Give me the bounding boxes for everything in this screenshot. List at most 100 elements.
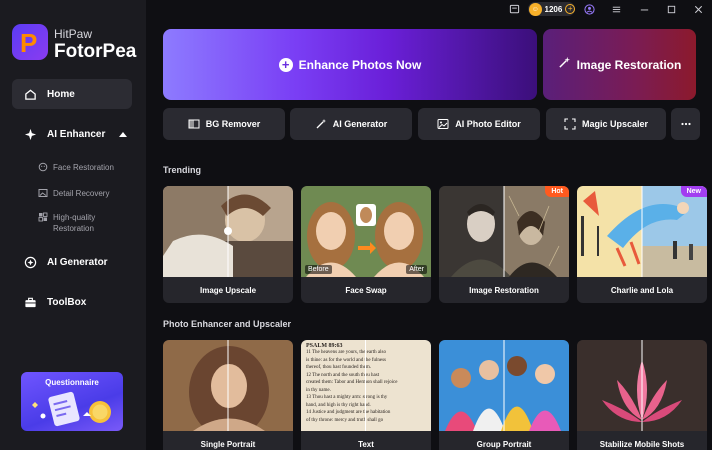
photo-editor-icon	[437, 118, 449, 130]
card-thumbnail	[163, 186, 293, 277]
more-icon	[680, 118, 692, 130]
tool-label: AI Generator	[332, 119, 388, 129]
tool-label: BG Remover	[205, 119, 261, 129]
charlie-and-lola-preview-icon	[577, 186, 707, 277]
book-line: created them: Tabor and Hermon shall rej…	[306, 380, 398, 385]
minimize-icon[interactable]	[638, 3, 650, 15]
magic-wand-icon	[558, 56, 571, 74]
card-title: Text	[358, 439, 374, 449]
user-icon[interactable]	[583, 3, 595, 15]
close-icon[interactable]	[692, 3, 704, 15]
book-line: hand, and high is thy right hand.	[306, 402, 371, 408]
book-line: in thy name.	[306, 387, 331, 393]
sidebar: P HitPaw FotorPea Home AI Enhancer Face …	[0, 0, 146, 450]
magic-upscaler-button[interactable]: Magic Upscaler	[546, 108, 666, 140]
image-restoration-label: Image Restoration	[576, 57, 682, 72]
ai-photo-editor-button[interactable]: AI Photo Editor	[418, 108, 540, 140]
card-charlie-and-lola[interactable]: New Charlie and Lola	[577, 186, 707, 303]
card-stabilize-mobile-shots[interactable]: Stabilize Mobile Shots	[577, 340, 707, 450]
questionnaire-banner[interactable]: Questionnaire	[21, 372, 123, 431]
credits-badge[interactable]: ☺ 1206 +	[528, 2, 575, 16]
hot-badge: Hot	[545, 186, 569, 197]
compare-divider	[365, 340, 366, 431]
card-title: Single Portrait	[200, 439, 256, 449]
book-page: PSALM 89:63 11 The heavens are yours, th…	[306, 343, 426, 424]
sidebar-item-ai-generator[interactable]: AI Generator	[12, 249, 137, 275]
book-line: 12 The north and the south thou hast	[306, 372, 380, 378]
bg-remover-button[interactable]: BG Remover	[163, 108, 285, 140]
enhancer-icon	[24, 128, 37, 141]
chevron-up-icon[interactable]	[119, 131, 128, 137]
card-title: Image Upscale	[199, 285, 257, 295]
card-text[interactable]: PSALM 89:63 11 The heavens are yours, th…	[301, 340, 431, 450]
card-title: Stabilize Mobile Shots	[599, 439, 685, 449]
tool-label: AI Photo Editor	[455, 119, 521, 129]
menu-icon[interactable]	[610, 3, 622, 15]
card-title: Charlie and Lola	[610, 285, 674, 295]
image-icon	[38, 188, 48, 198]
ai-generator-tool-button[interactable]: AI Generator	[290, 108, 412, 140]
add-credits-icon[interactable]: +	[565, 4, 575, 14]
card-thumbnail: New	[577, 186, 707, 277]
more-tools-button[interactable]	[671, 108, 700, 140]
sidebar-item-label: ToolBox	[47, 296, 87, 308]
sidebar-subitem-face-restoration[interactable]: Face Restoration	[38, 162, 114, 173]
enhance-photos-label: Enhance Photos Now	[298, 57, 422, 72]
book-line: thereof, thou hast founded them.	[306, 365, 371, 370]
maximize-icon[interactable]	[665, 3, 677, 15]
card-face-swap[interactable]: Before After Face Swap	[301, 186, 431, 303]
before-label: Before	[305, 265, 332, 274]
book-line: 13 Thou hast a mighty arm: strong is thy	[306, 395, 388, 400]
card-thumbnail	[439, 340, 569, 431]
toolbox-icon	[24, 296, 37, 309]
coin-icon: ☺	[529, 2, 542, 16]
image-restoration-button[interactable]: Image Restoration	[543, 29, 696, 100]
brand-top: HitPaw	[54, 27, 93, 41]
brand-main: FotorPea	[54, 41, 137, 62]
home-icon	[24, 88, 37, 101]
book-line: 14 Justice and judgment are the habitati…	[306, 410, 391, 415]
book-line: of thy throne: mercy and truth shall go	[306, 417, 384, 423]
card-title: Face Swap	[345, 285, 387, 295]
sidebar-item-label: AI Enhancer	[47, 128, 106, 140]
card-image-upscale[interactable]: Image Upscale	[163, 186, 293, 303]
card-thumbnail	[577, 340, 707, 431]
title-bar: ☺ 1206 +	[146, 0, 712, 18]
enhance-photos-button[interactable]: + Enhance Photos Now	[163, 29, 537, 100]
app-logo-icon: P	[12, 24, 48, 60]
sub-item-label: Face Restoration	[53, 163, 114, 172]
bg-remover-icon	[188, 118, 200, 130]
card-thumbnail: Hot	[439, 186, 569, 277]
credits-count: 1206	[544, 4, 563, 14]
card-thumbnail	[163, 340, 293, 431]
book-line: 11 The heavens are yours, the earth also	[306, 350, 386, 355]
feedback-icon[interactable]	[508, 3, 520, 15]
sidebar-item-label: AI Generator	[47, 256, 108, 268]
card-thumbnail: Before After	[301, 186, 431, 277]
image-restoration-preview-icon	[439, 186, 569, 277]
sidebar-item-label: Home	[47, 88, 75, 100]
wand-icon	[315, 118, 327, 130]
single-portrait-preview-icon	[163, 340, 293, 431]
sidebar-subitem-detail-recovery[interactable]: Detail Recovery	[38, 188, 109, 199]
book-line: is thine: as for the world and the fulne…	[306, 357, 386, 363]
after-label: After	[406, 265, 427, 274]
sidebar-item-toolbox[interactable]: ToolBox	[12, 289, 137, 315]
face-swap-preview-icon	[301, 186, 431, 277]
sidebar-item-ai-enhancer[interactable]: AI Enhancer	[12, 121, 137, 147]
sidebar-subitem-high-quality-restoration[interactable]: High-quality Restoration	[38, 212, 115, 234]
section-title-photo-enhancer: Photo Enhancer and Upscaler	[163, 319, 292, 329]
card-thumbnail: PSALM 89:63 11 The heavens are yours, th…	[301, 340, 431, 431]
sidebar-item-home[interactable]: Home	[12, 79, 132, 109]
sparkle-icon	[24, 256, 37, 269]
card-group-portrait[interactable]: Group Portrait	[439, 340, 569, 450]
face-icon	[38, 162, 48, 172]
tool-label: Magic Upscaler	[581, 119, 649, 129]
card-image-restoration[interactable]: Hot Image Restoration	[439, 186, 569, 303]
card-title: Image Restoration	[469, 285, 539, 295]
image-upscale-preview-icon	[163, 186, 293, 277]
upscale-icon	[564, 118, 576, 130]
grid-icon	[38, 212, 48, 222]
sub-item-label: Detail Recovery	[53, 189, 110, 198]
card-single-portrait[interactable]: Single Portrait	[163, 340, 293, 450]
